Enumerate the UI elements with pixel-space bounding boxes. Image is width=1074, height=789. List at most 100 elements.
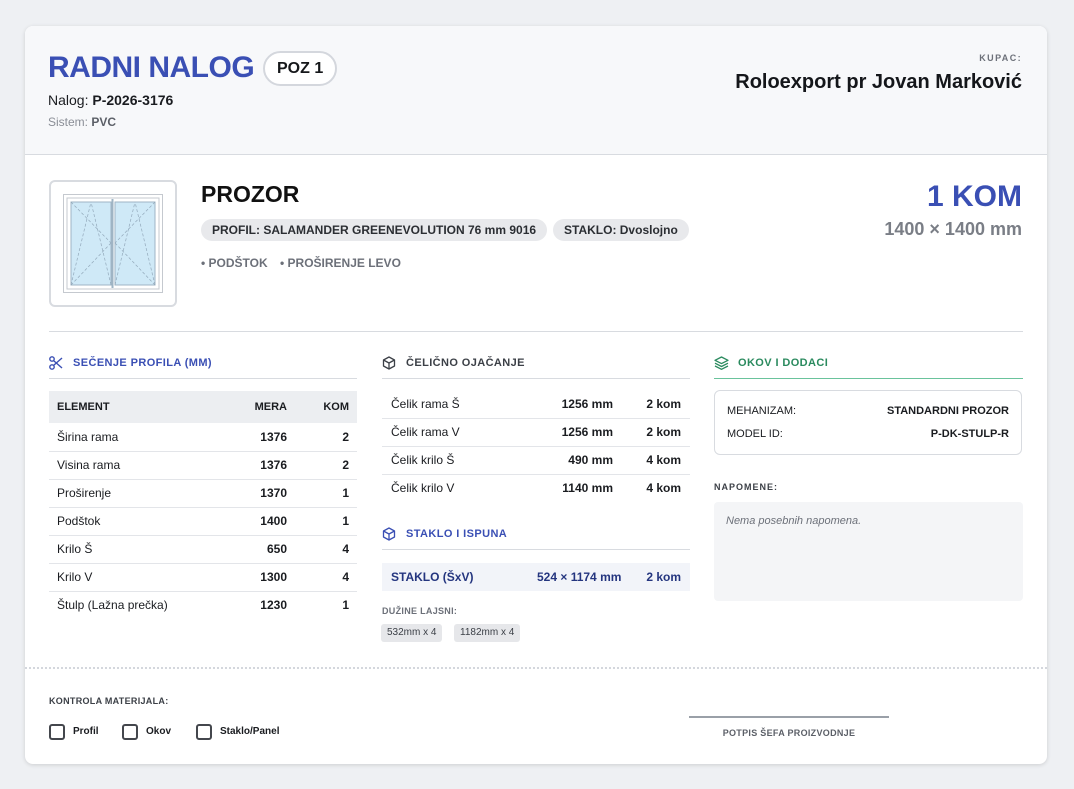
page-title: RADNI NALOG [48,51,255,84]
dimensions: 1400 × 1400 mm [884,219,1022,239]
layers-icon [714,356,729,370]
scissors-icon [49,356,63,370]
cell-element: Širina rama [49,423,215,452]
glass-section-title: STAKLO I ISPUNA [382,524,690,550]
table-row: Čelik rama V 1256 mm 2 kom [382,418,690,447]
cell-mera: 1300 [215,563,295,592]
cell-element: Čelik krilo V [391,481,455,496]
table-row: Visina rama 1376 2 [49,451,357,480]
cell-length: 1256 mm [532,418,622,447]
system-label: Sistem: [48,115,89,129]
option-podstok: • PODŠTOK [201,256,268,270]
strip-chip: 1182mm x 4 [454,624,521,642]
cell-count: 4 kom [646,481,681,496]
order-value: P-2026-3176 [92,92,174,108]
cell-length: 1256 mm [532,390,622,419]
cell-element: Štulp (Lažna prečka) [57,598,168,613]
cell-element: Čelik rama V [382,418,532,447]
notes-label: NAPOMENE: [714,482,779,492]
cell-element: Čelik rama Š [382,390,532,419]
cell-mera: 1376 [215,423,295,452]
cell-mera: 1376 [215,451,295,480]
table-row: Širina rama 1376 2 [49,423,357,452]
cell-kom: 1 [342,598,349,613]
cell-count: 4 kom [622,446,690,475]
profile-tag: PROFIL: SALAMANDER GREENEVOLUTION 76 mm … [201,219,548,241]
glass-tag: STAKLO: Dvoslojno [553,219,689,241]
cell-kom: 1 [295,507,357,536]
work-order-header: RADNI NALOG POZ 1 Nalog: P-2026-3176 Sis… [25,26,1047,155]
table-row: Čelik rama Š 1256 mm 2 kom [382,390,690,419]
cell-element: Krilo Š [49,535,215,564]
notes-box: Nema posebnih napomena. [714,502,1023,601]
glass-label: STAKLO (ŠxV) [391,570,474,584]
cell-kom: 4 [295,535,357,564]
order-label: Nalog: [48,92,89,108]
checkbox[interactable] [122,724,138,740]
customer-label: KUPAC: [979,53,1022,63]
order-number: Nalog: P-2026-3176 [48,92,173,108]
option-prosirenje: • PROŠIRENJE LEVO [280,256,401,270]
cell-length: 1140 mm [562,481,613,496]
model-label: MODEL ID: [727,428,783,440]
glass-count: 2 kom [646,570,681,584]
material-control-label: KONTROLA MATERIJALA: [49,696,169,706]
check-label: Okov [146,726,172,737]
glass-row: STAKLO (ŠxV) 524 × 1174 mm 2 kom [382,563,690,591]
cell-element: Visina rama [49,451,215,480]
cutting-title-text: SEČENJE PROFILA (MM) [73,357,212,369]
steel-title-text: ČELIČNO OJAČANJE [406,357,525,369]
checkbox[interactable] [49,724,65,740]
cell-kom: 1 [295,479,357,508]
item-type: PROZOR [201,181,300,207]
table-row: Štulp (Lažna prečka) 1230 1 [49,591,357,619]
window-drawing [49,180,177,307]
hardware-title-text: OKOV I DODACI [738,357,829,369]
table-row: Čelik krilo Š 490 mm 4 kom [382,446,690,475]
cube-icon [382,527,396,541]
steel-section-title: ČELIČNO OJAČANJE [382,353,690,379]
cell-mera: 650 [215,535,295,564]
table-row: Čelik krilo V 1140 mm 4 kom [382,474,690,502]
cell-kom: 4 [295,563,357,592]
column-header-element: ELEMENT [49,391,215,423]
model-value: P-DK-STULP-R [930,428,1009,440]
cell-element: Podštok [49,507,215,536]
table-row: Proširenje 1370 1 [49,479,357,508]
glass-title-text: STAKLO I ISPUNA [406,528,508,540]
customer-name: Roloexport pr Jovan Marković [735,71,1022,93]
table-row: Krilo Š 650 4 [49,535,357,564]
table-header-row: ELEMENT MERA KOM [49,391,357,423]
cell-element: Proširenje [49,479,215,508]
cell-count: 2 kom [622,418,690,447]
mechanism-label: MEHANIZAM: [727,405,797,417]
cutting-section-title: SEČENJE PROFILA (MM) [49,353,357,379]
checkbox[interactable] [196,724,212,740]
cell-length: 490 mm [532,446,622,475]
cell-mera: 1400 [215,507,295,536]
cube-icon [382,356,396,370]
strip-chip: 532mm x 4 [381,624,443,642]
system-value: PVC [91,115,117,129]
signature-label: POTPIS ŠEFA PROIZVODNJE [722,728,856,738]
cutting-table: ELEMENT MERA KOM Širina rama 1376 2 Visina… [49,391,357,619]
quantity: 1 KOM [926,180,1022,213]
signature-line [689,716,889,718]
hardware-section-title: OKOV I DODACI [714,353,1023,379]
work-order-card: RADNI NALOG POZ 1 Nalog: P-2026-3176 Sis… [25,26,1047,764]
glass-size: 524 × 1174 mm [537,570,622,584]
cell-element: Čelik krilo Š [382,446,532,475]
cell-mera: 1370 [215,479,295,508]
window-drawing-icon [63,194,163,293]
cell-kom: 2 [295,423,357,452]
column-header-mera: MERA [215,391,295,423]
footer-divider [25,667,1047,669]
cell-count: 2 kom [622,390,690,419]
cell-element: Krilo V [49,563,215,592]
table-row: Krilo V 1300 4 [49,563,357,592]
position-badge: POZ 1 [263,51,338,86]
system-info: Sistem: PVC [48,115,116,129]
table-row: Podštok 1400 1 [49,507,357,536]
check-label: Staklo/Panel [220,726,280,737]
divider [49,331,1023,332]
